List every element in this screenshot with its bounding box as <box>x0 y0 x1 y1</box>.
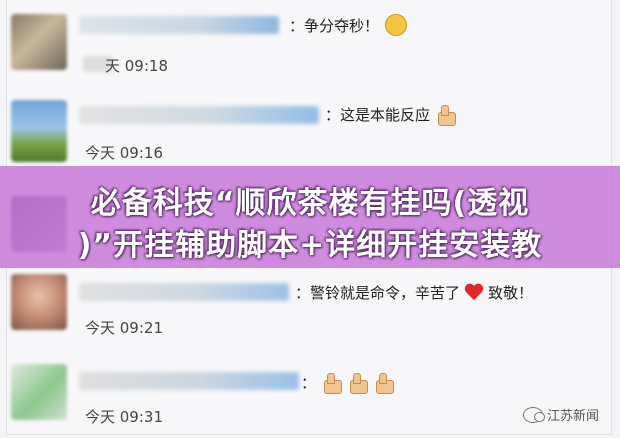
watermark-label: 江苏新闻 <box>546 409 599 424</box>
sender-name <box>79 106 319 124</box>
thumbs-up-emoji-icon <box>346 372 369 394</box>
smiley-emoji-icon <box>385 14 408 36</box>
thumbs-up-emoji-icon <box>320 372 343 394</box>
message-time: 今天 09:31 <box>85 408 163 426</box>
message-text: ：争分夺秒！ <box>289 16 380 35</box>
sender-name <box>79 372 299 390</box>
message-text-end: 致敬！ <box>488 284 534 302</box>
message-content: ：争分夺秒！ <box>289 14 408 36</box>
sender-name <box>79 16 279 34</box>
avatar <box>11 274 67 330</box>
message-time: 天 09:18 <box>105 57 168 75</box>
avatar <box>11 14 67 70</box>
overlay-banner: 必备科技“顺欣茶楼有挂吗(透视 )”开挂辅助脚本+详细开挂安装教 <box>0 166 620 268</box>
message-content: ：警铃就是命令，辛苦了 致敬！ <box>295 282 533 303</box>
thumbs-up-emoji-icon <box>434 104 457 126</box>
message-content: ：这是本能反应 <box>325 104 457 126</box>
message-time: 今天 09:21 <box>85 319 163 337</box>
avatar <box>11 100 67 162</box>
sender-name <box>79 283 289 301</box>
thumbs-up-emoji-icon <box>372 372 395 394</box>
message-text: ：这是本能反应 <box>325 106 431 124</box>
avatar <box>11 364 67 420</box>
message-text: ：警铃就是命令，辛苦了 <box>295 284 461 302</box>
banner-line-1: 必备科技“顺欣茶楼有挂吗(透视 <box>90 186 530 221</box>
message-content: ： <box>301 372 395 394</box>
wechat-icon <box>522 406 545 423</box>
heart-emoji-icon <box>464 284 484 302</box>
watermark: 江苏新闻 <box>522 405 599 424</box>
message-text: ： <box>301 374 317 392</box>
banner-line-2: )”开挂辅助脚本+详细开挂安装教 <box>77 228 543 263</box>
message-time: 今天 09:16 <box>85 144 163 162</box>
